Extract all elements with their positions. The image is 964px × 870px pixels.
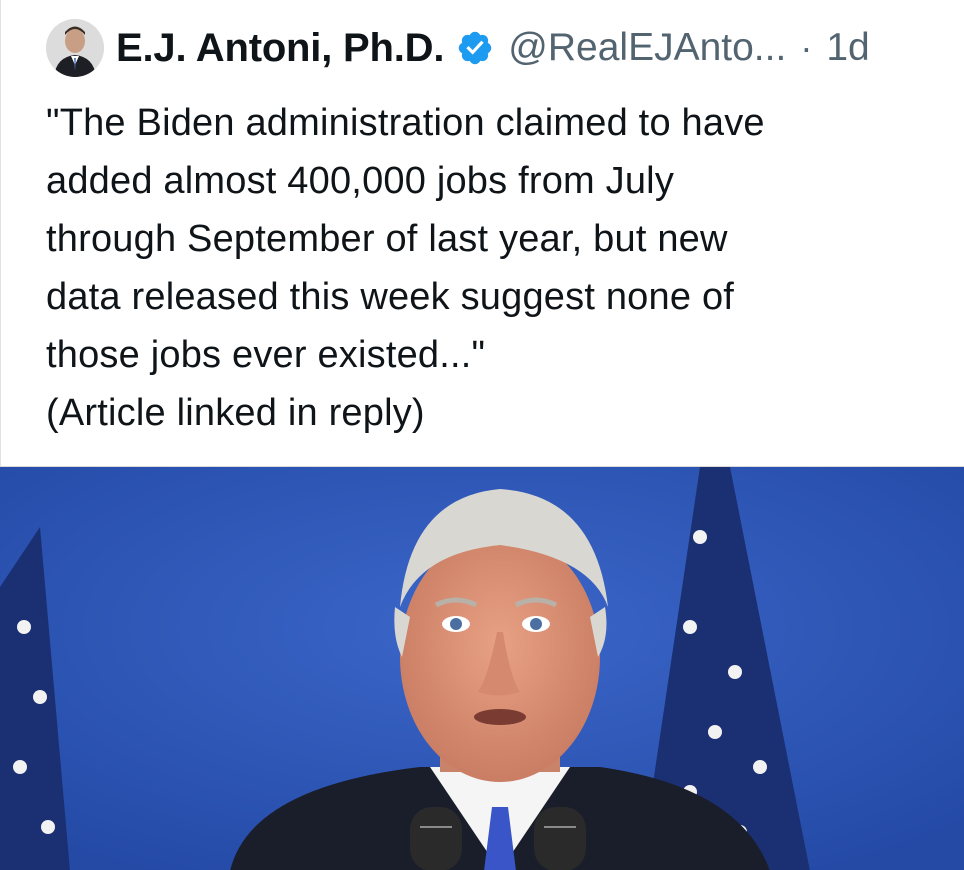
author-avatar[interactable] <box>46 19 104 77</box>
avatar-image <box>46 19 104 77</box>
author-handle[interactable]: @RealEJAnto... <box>508 26 786 70</box>
photo <box>0 467 964 870</box>
post-timestamp[interactable]: 1d <box>826 26 869 70</box>
post-media-image[interactable] <box>0 466 964 870</box>
post-header: E.J. Antoni, Ph.D. @RealEJAnto... · 1d <box>46 16 870 80</box>
post-text: "The Biden administration claimed to hav… <box>46 102 765 434</box>
separator-dot: · <box>800 27 813 68</box>
author-name[interactable]: E.J. Antoni, Ph.D. <box>116 26 444 71</box>
verified-badge-icon <box>456 29 494 67</box>
card-border <box>0 0 9 466</box>
